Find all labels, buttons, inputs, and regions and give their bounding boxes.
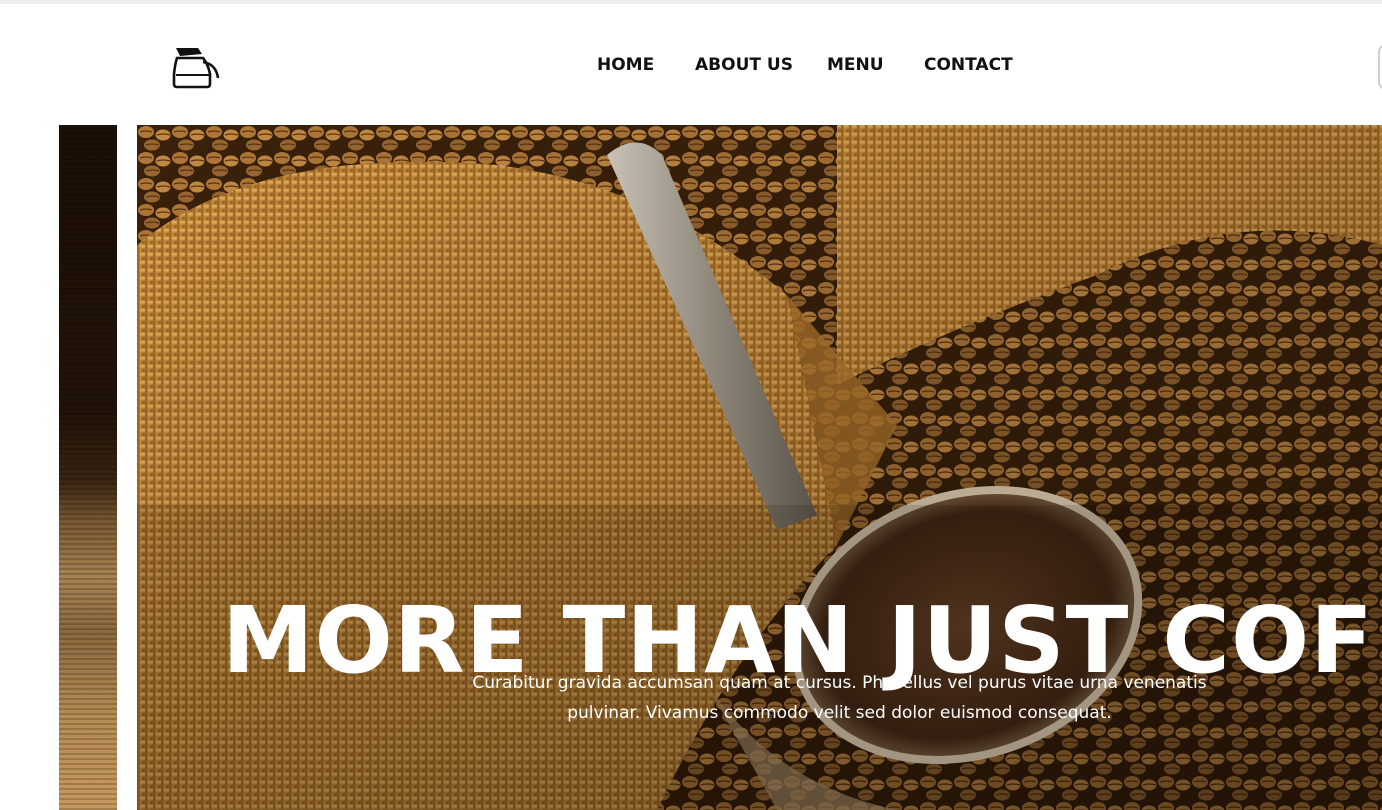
nav-menu-link[interactable]: MENU bbox=[827, 55, 884, 75]
nav-home-link[interactable]: HOME bbox=[597, 55, 654, 75]
nav-contact-link[interactable]: CONTACT bbox=[924, 55, 1013, 75]
header-button-partial[interactable] bbox=[1378, 44, 1382, 90]
previous-slide-preview[interactable] bbox=[59, 125, 117, 810]
hero-subtitle: Curabitur gravida accumsan quam at cursu… bbox=[472, 673, 1207, 723]
main-nav: HOME ABOUT US MENU CONTACT bbox=[0, 55, 1382, 81]
top-border bbox=[0, 0, 1382, 4]
nav-about-link[interactable]: ABOUT US bbox=[695, 55, 793, 75]
hero-slide: MORE THAN JUST COFFEE Curabitur gravida … bbox=[137, 125, 1382, 810]
